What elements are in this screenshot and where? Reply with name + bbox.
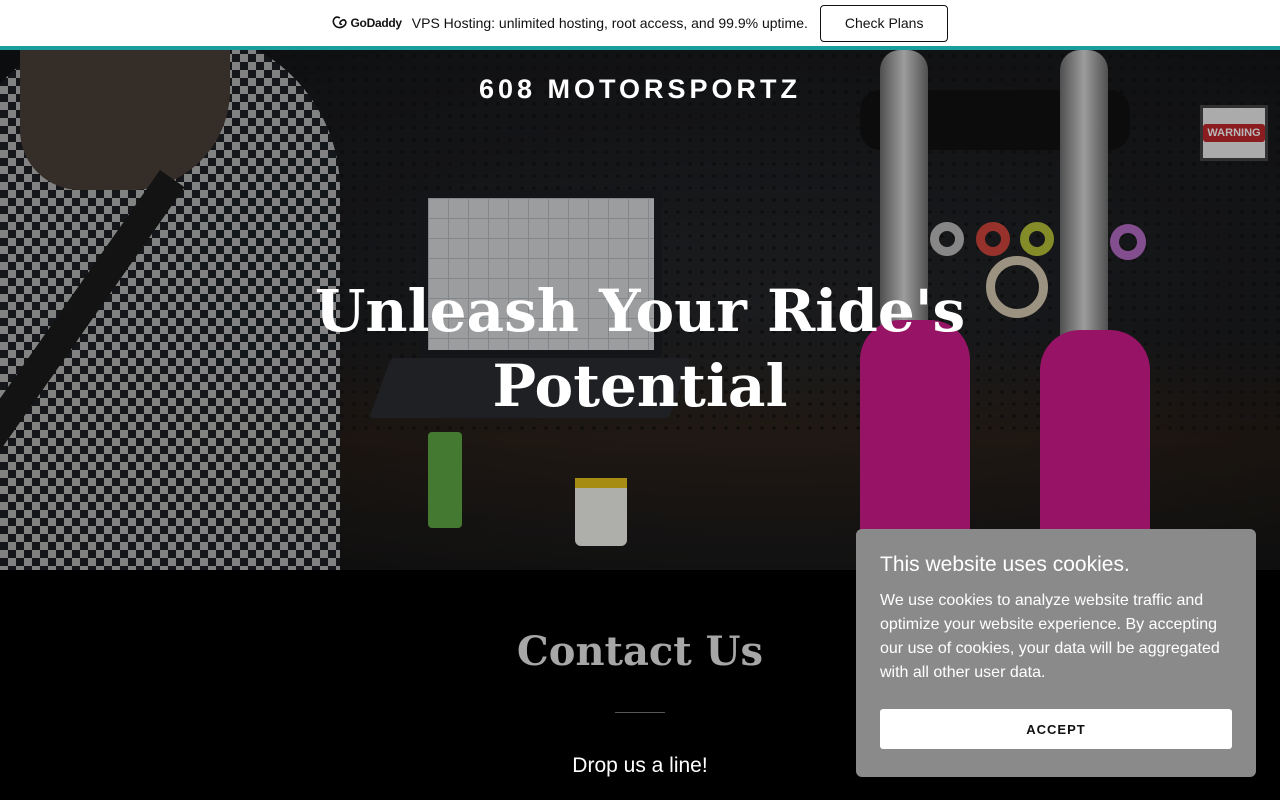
- accept-cookies-button[interactable]: ACCEPT: [880, 709, 1232, 749]
- hero-headline-line1: Unleash Your Ride's: [314, 277, 966, 345]
- hero-headline: Unleash Your Ride's Potential: [0, 274, 1280, 424]
- promo-bar: GoDaddy VPS Hosting: unlimited hosting, …: [0, 0, 1280, 50]
- check-plans-button[interactable]: Check Plans: [819, 4, 949, 42]
- godaddy-logo[interactable]: GoDaddy: [332, 16, 402, 30]
- site-brand[interactable]: 608 MOTORSPORTZ: [0, 74, 1280, 105]
- godaddy-logo-text: GoDaddy: [350, 16, 403, 30]
- contact-divider: [615, 712, 665, 713]
- cookie-body: We use cookies to analyze website traffi…: [880, 592, 1220, 681]
- cookie-banner: This website uses cookies. We use cookie…: [856, 529, 1256, 777]
- hero-headline-line2: Potential: [492, 352, 788, 420]
- godaddy-icon: [332, 16, 347, 29]
- promo-text: VPS Hosting: unlimited hosting, root acc…: [411, 15, 808, 31]
- hero-section: WARNING 608 MOTORSPORTZ Unleash Your Rid…: [0, 50, 1280, 570]
- cookie-title: This website uses cookies.: [880, 553, 1130, 576]
